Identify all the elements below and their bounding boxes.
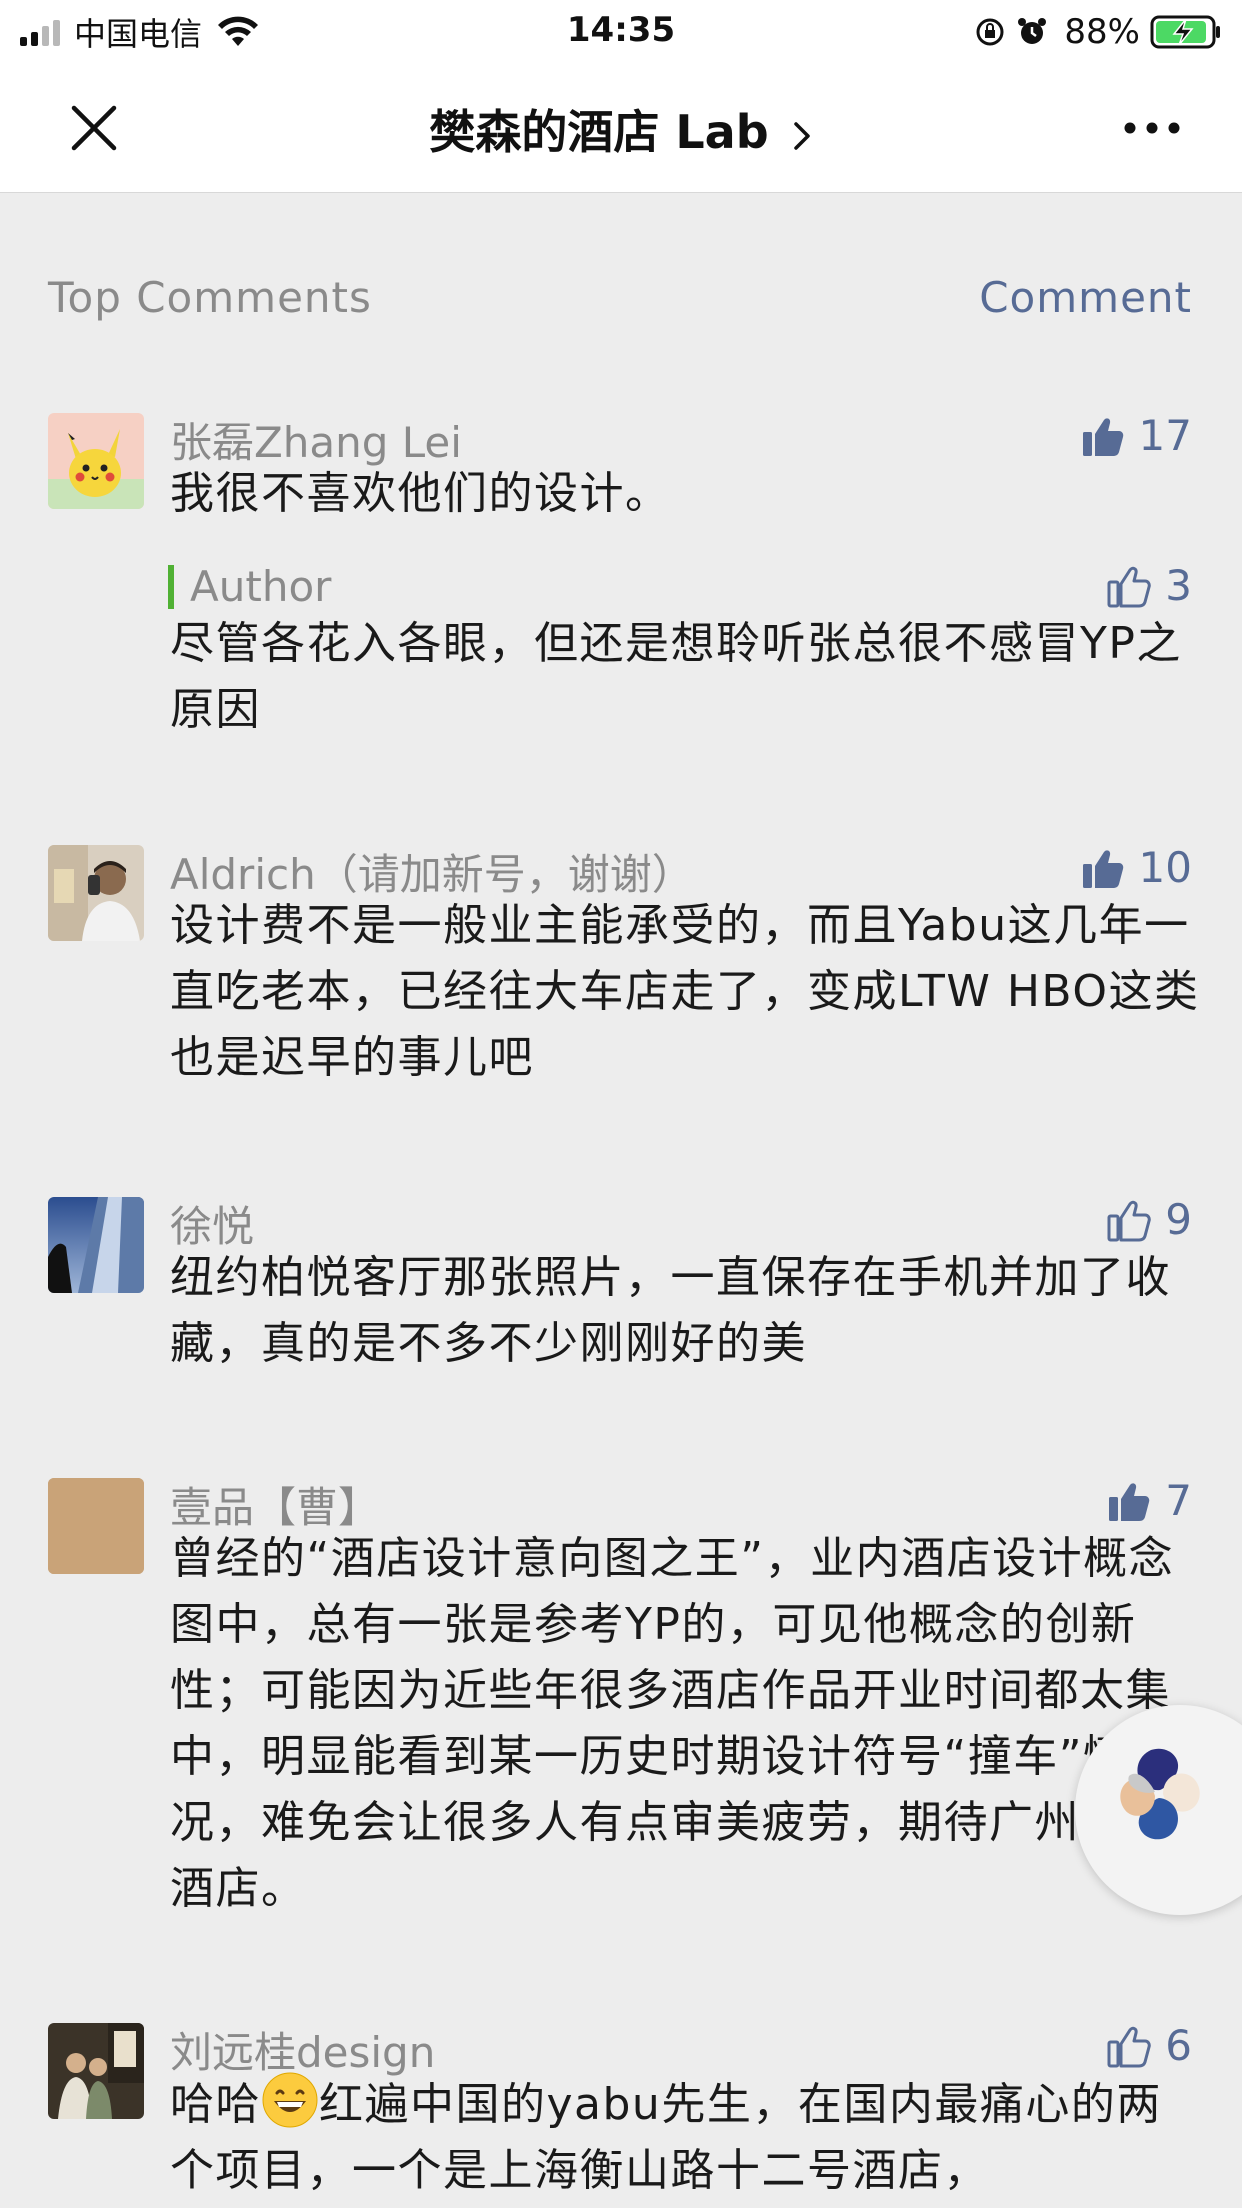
comment-text-start: 哈哈 <box>170 2079 261 2130</box>
author-reply-label: Author <box>168 565 331 609</box>
thumbs-up-outline-icon <box>1107 566 1152 607</box>
avatar[interactable] <box>48 413 144 509</box>
write-comment-link[interactable]: Comment <box>979 273 1192 322</box>
nav-bar: 樊森的酒店 Lab <box>0 64 1242 193</box>
chevron-right-icon <box>793 121 810 150</box>
like-count: 6 <box>1165 2021 1192 2070</box>
pikachu-avatar-image <box>48 413 144 509</box>
rotation-lock-icon <box>976 18 1004 46</box>
couple-photo-avatar-image <box>48 2023 144 2119</box>
like-count: 17 <box>1138 411 1192 460</box>
tan-avatar-image <box>48 1478 144 1574</box>
comment-text: 纽约柏悦客厅那张照片，一直保存在手机并加了收藏，真的是不多不少刚刚好的美 <box>170 1252 1171 1369</box>
grinning-face-emoji-icon <box>262 2072 318 2128</box>
account-title: 樊森的酒店 Lab <box>429 105 769 159</box>
alarm-icon <box>1018 18 1047 44</box>
comment-text-rest: 红遍中国的yabu先生，在国内最痛心的两个项目，一个是上海衡山路十二号酒店， <box>170 2079 1162 2196</box>
like-count: 7 <box>1165 1476 1192 1525</box>
avatar[interactable] <box>48 2023 144 2119</box>
top-comments-label: Top Comments <box>48 273 372 322</box>
reply-like-count: 3 <box>1165 561 1192 610</box>
status-right: 88% <box>974 10 1222 54</box>
avatar[interactable] <box>48 1478 144 1574</box>
section-header: Top Comments Comment <box>0 193 1242 393</box>
thumbs-up-filled-icon <box>1109 1482 1150 1521</box>
thumbs-up-filled-icon <box>1082 849 1123 888</box>
like-count: 9 <box>1165 1195 1192 1244</box>
comment-text: 哈哈 红遍中国的yabu先生，在国内最痛心的两个项目，一个是上海衡山路十二号酒店… <box>170 2071 1200 2204</box>
like-button[interactable]: 17 <box>1079 411 1192 460</box>
more-icon[interactable] <box>1122 116 1182 140</box>
like-button[interactable]: 10 <box>1079 843 1192 892</box>
battery-charging-icon <box>1150 15 1220 49</box>
thumbs-up-filled-icon <box>1082 417 1123 456</box>
account-title-button[interactable]: 樊森的酒店 Lab <box>0 96 1242 162</box>
reply-like-button[interactable]: 3 <box>1105 561 1192 610</box>
thumbs-up-outline-icon <box>1107 1200 1152 1241</box>
like-button[interactable]: 7 <box>1105 1476 1192 1525</box>
comment-text: 曾经的“酒店设计意向图之王”，业内酒店设计概念图中，总有一张是参考YP的，可见他… <box>170 1533 1175 1914</box>
avatar[interactable] <box>48 845 144 941</box>
author-reply-text: 尽管各花入各眼，但还是想聆听张总很不感冒YP之原因 <box>170 618 1182 735</box>
battery-percent: 88% <box>1064 12 1140 52</box>
avatar[interactable] <box>48 1197 144 1293</box>
comment-text: 设计费不是一般业主能承受的，而且Yabu这几年一直吃老本，已经往大车店走了，变成… <box>170 900 1200 1083</box>
person-photo-avatar-image <box>48 845 144 941</box>
skyscraper-avatar-image <box>48 1197 144 1293</box>
comment-text: 我很不喜欢他们的设计。 <box>170 468 671 519</box>
thumbs-up-outline-icon <box>1107 2026 1152 2067</box>
like-count: 10 <box>1138 843 1192 892</box>
pinwheel-icon <box>1120 1748 1200 1840</box>
like-button[interactable]: 6 <box>1105 2021 1192 2070</box>
like-button[interactable]: 9 <box>1105 1195 1192 1244</box>
status-bar: 中国电信 14:35 88% <box>0 0 1242 64</box>
